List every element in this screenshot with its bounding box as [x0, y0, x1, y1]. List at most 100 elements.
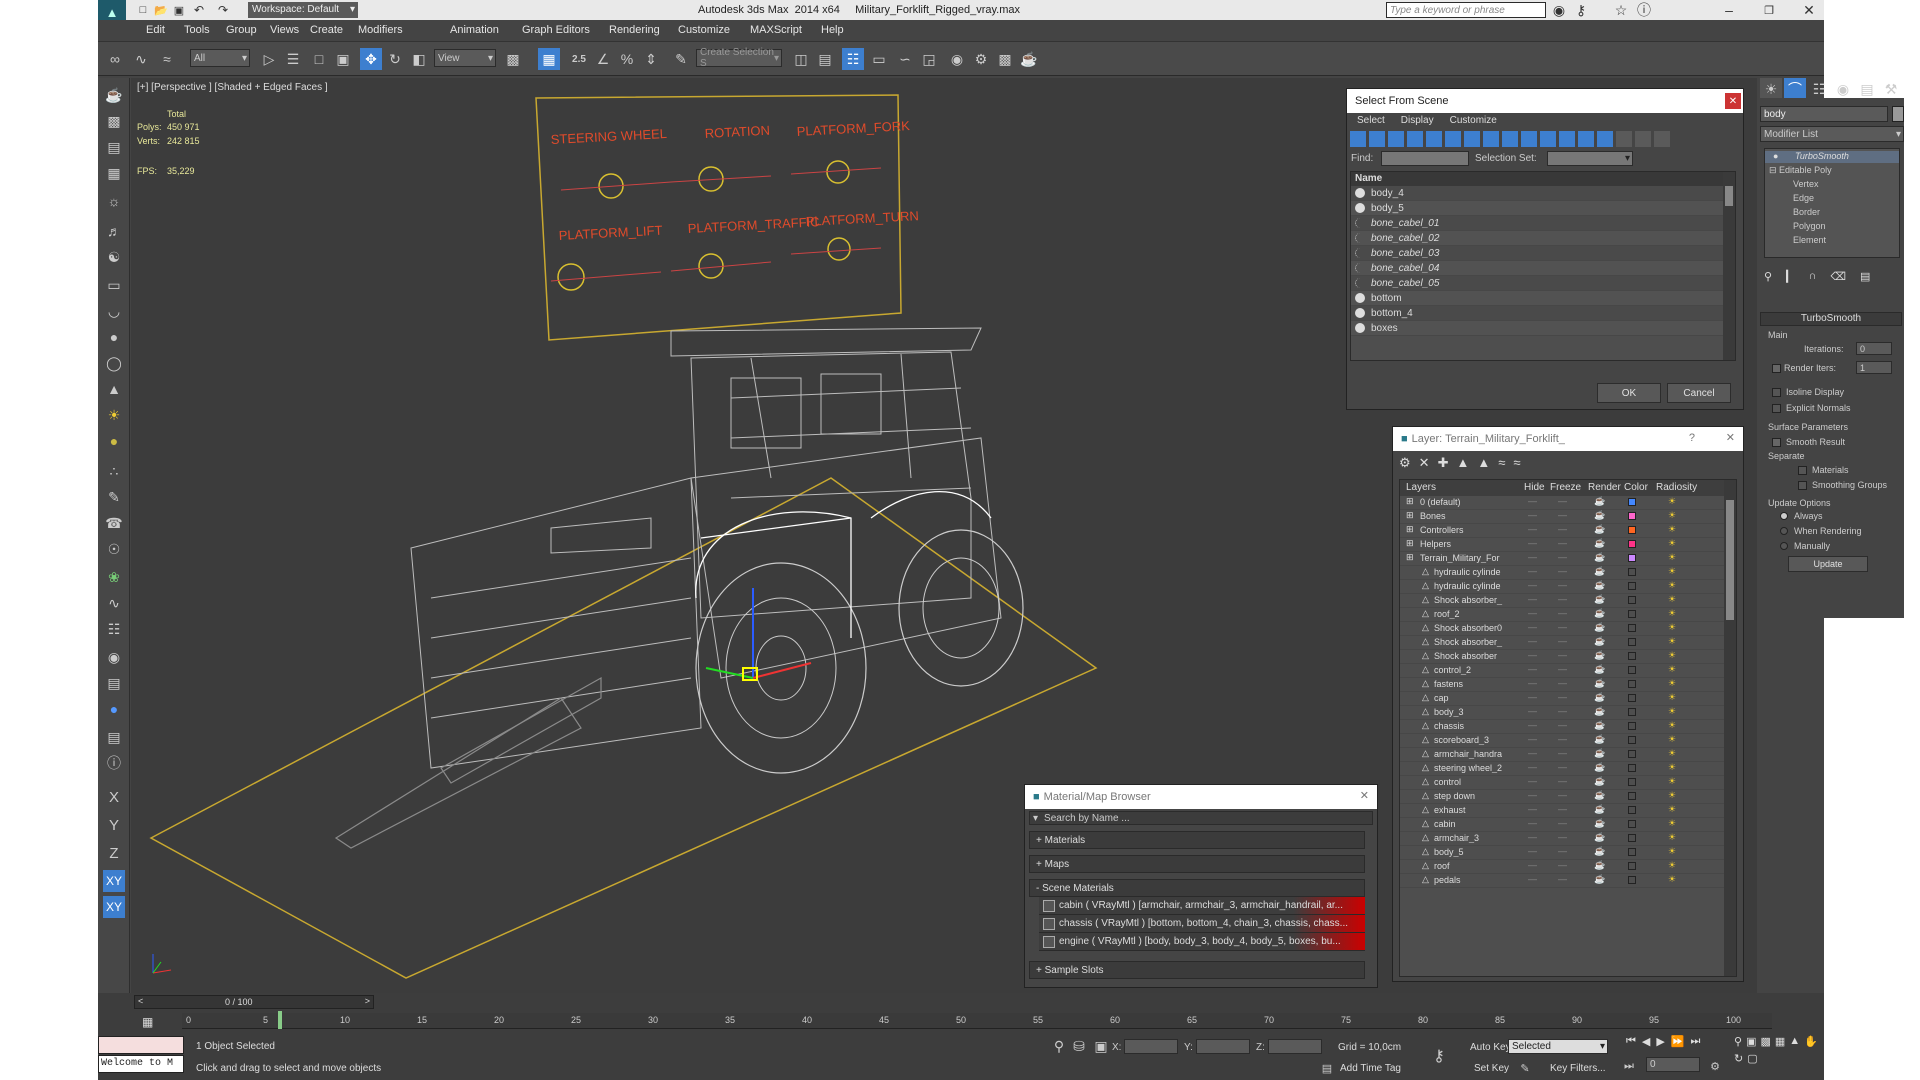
hide-toggle[interactable]: — — [1528, 874, 1537, 884]
radiosity-icon[interactable]: ☀ — [1668, 720, 1676, 731]
layer-name[interactable]: roof_2 — [1434, 609, 1514, 619]
freeze-toggle[interactable]: — — [1558, 776, 1567, 786]
render-teapot-icon[interactable]: ☕ — [1594, 650, 1605, 661]
auto-key-button[interactable]: Auto Key — [1470, 1042, 1511, 1053]
render-teapot-icon[interactable]: ☕ — [1594, 748, 1605, 759]
select-none-icon[interactable] — [1635, 131, 1651, 147]
hide-toggle[interactable]: — — [1528, 846, 1537, 856]
hide-toggle[interactable]: — — [1528, 790, 1537, 800]
stack-turbosmooth[interactable]: ● TurboSmooth — [1765, 151, 1899, 163]
stack-editable-poly[interactable]: ⊟ Editable Poly — [1769, 165, 1832, 176]
layer-color-swatch[interactable] — [1628, 568, 1636, 576]
hide-toggle[interactable]: — — [1528, 636, 1537, 646]
sample-slots-section[interactable]: + Sample Slots — [1029, 961, 1365, 979]
set-key-button[interactable]: Set Key — [1474, 1063, 1509, 1074]
star-icon[interactable]: ☆ — [1610, 0, 1632, 21]
key-filters-button[interactable]: Key Filters... — [1550, 1063, 1606, 1074]
selection-filter-dropdown[interactable]: All ▾ — [190, 49, 250, 67]
freeze-toggle[interactable]: — — [1558, 692, 1567, 702]
close-icon[interactable]: ✕ — [1725, 93, 1741, 109]
hide-toggle[interactable]: — — [1528, 580, 1537, 590]
filter-helpers-icon[interactable] — [1426, 131, 1442, 147]
object-icon[interactable]: △ — [1422, 580, 1429, 591]
hide-all-icon[interactable]: ≈ — [1498, 455, 1505, 471]
clipboard-icon[interactable]: ▤ — [103, 726, 125, 748]
menu-animation[interactable]: Animation — [450, 24, 499, 36]
layer-color-swatch[interactable] — [1628, 778, 1636, 786]
render-teapot-icon[interactable]: ☕ — [1594, 496, 1605, 507]
link-icon[interactable]: ∞ — [104, 48, 126, 70]
layer-name[interactable]: hydraulic cylinde — [1434, 567, 1514, 577]
list-item[interactable]: bottom_4 — [1351, 306, 1735, 321]
pin-stack-icon[interactable]: ⚲ — [1764, 270, 1772, 283]
modify-tab-icon[interactable]: ⌒ — [1784, 78, 1806, 100]
list-item[interactable]: bone_cabel_04 — [1351, 261, 1735, 276]
delete-layer-icon[interactable]: ✕ — [1419, 455, 1430, 471]
freeze-toggle[interactable]: — — [1558, 496, 1567, 506]
materials-section[interactable]: + Materials — [1029, 831, 1365, 849]
object-icon[interactable]: △ — [1422, 790, 1429, 801]
object-icon[interactable]: △ — [1422, 762, 1429, 773]
rect-selection-icon[interactable]: □ — [308, 48, 330, 70]
menu-modifiers[interactable]: Modifiers — [358, 24, 403, 36]
iterations-spinner[interactable]: 0 — [1856, 342, 1892, 355]
ball-icon[interactable]: ◉ — [103, 646, 125, 668]
key-icon[interactable]: ⚷ — [1570, 0, 1592, 21]
render-teapot-icon[interactable]: ☕ — [1594, 860, 1605, 871]
list-scrollbar[interactable] — [1723, 172, 1735, 360]
layer-row[interactable]: △ roof — — ☕ ☀ — [1400, 860, 1726, 874]
radiosity-icon[interactable]: ☀ — [1668, 860, 1676, 871]
layer-row[interactable]: △ Shock absorber_ — — ☕ ☀ — [1400, 636, 1726, 650]
render-iters-checkbox[interactable] — [1772, 364, 1781, 373]
layer-name[interactable]: control_2 — [1434, 665, 1514, 675]
pan-icon[interactable]: ✋ — [1804, 1035, 1818, 1048]
timeline-current-marker[interactable] — [278, 1011, 282, 1029]
layer-name[interactable]: Helpers — [1420, 539, 1508, 549]
stack-vertex[interactable]: Vertex — [1793, 179, 1819, 189]
layer-name[interactable]: body_5 — [1434, 847, 1514, 857]
axis-y-button[interactable]: Y — [103, 814, 125, 836]
filter-all-icon[interactable] — [1559, 131, 1575, 147]
layer-name[interactable]: Shock absorber_ — [1434, 595, 1514, 605]
rotate-icon[interactable]: ↻ — [384, 48, 406, 70]
expand-icon[interactable]: ⊟ — [1769, 165, 1779, 175]
hide-toggle[interactable]: — — [1528, 566, 1537, 576]
menu-group[interactable]: Group — [226, 24, 257, 36]
menu-help[interactable]: Help — [821, 24, 844, 36]
layer-color-swatch[interactable] — [1628, 750, 1636, 758]
light-bulb-icon[interactable]: ● — [1773, 151, 1778, 161]
find-input[interactable] — [1381, 151, 1469, 166]
key-selection-dropdown[interactable]: Selected ▾ — [1508, 1039, 1608, 1054]
turbosmooth-rollout-header[interactable]: TurboSmooth — [1760, 312, 1902, 326]
list-item[interactable]: bone_cabel_05 — [1351, 276, 1735, 291]
y-coordinate-field[interactable] — [1196, 1039, 1250, 1054]
object-icon[interactable]: △ — [1422, 678, 1429, 689]
x-coordinate-field[interactable] — [1124, 1039, 1178, 1054]
time-slider-next-icon[interactable]: > — [365, 996, 370, 1006]
layer-row[interactable]: △ Shock absorber_ — — ☕ ☀ — [1400, 594, 1726, 608]
minimize-icon[interactable]: – — [1718, 0, 1740, 21]
freeze-toggle[interactable]: — — [1558, 636, 1567, 646]
render-teapot-icon[interactable]: ☕ — [1594, 790, 1605, 801]
menu-rendering[interactable]: Rendering — [609, 24, 660, 36]
layer-row[interactable]: ⊞ 0 (default) — — ☕ ☀ — [1400, 496, 1726, 510]
layer-manager-icon[interactable]: ☷ — [842, 48, 864, 70]
layer-name[interactable]: armchair_handra — [1434, 749, 1514, 759]
render-teapot-icon[interactable]: ☕ — [1594, 510, 1605, 521]
filter-none-icon[interactable] — [1578, 131, 1594, 147]
radiosity-icon[interactable]: ☀ — [1668, 818, 1676, 829]
filter-invert-icon[interactable] — [1597, 131, 1613, 147]
layer-name[interactable]: Terrain_Military_For — [1420, 553, 1508, 563]
axis-x-button[interactable]: X — [103, 786, 125, 808]
render-teapot-icon[interactable]: ☕ — [1594, 776, 1605, 787]
menu-customize[interactable]: Customize — [1450, 115, 1497, 126]
object-icon[interactable]: △ — [1422, 622, 1429, 633]
expand-icon[interactable]: ⊞ — [1406, 524, 1414, 535]
hair-icon[interactable]: ∿ — [103, 592, 125, 614]
freeze-toggle[interactable]: — — [1558, 818, 1567, 828]
radiosity-icon[interactable]: ☀ — [1668, 552, 1676, 563]
layer-color-swatch[interactable] — [1628, 666, 1636, 674]
save-icon[interactable]: ▣ — [168, 0, 190, 21]
radiosity-icon[interactable]: ☀ — [1668, 650, 1676, 661]
menu-graph-editors[interactable]: Graph Editors — [522, 24, 590, 36]
